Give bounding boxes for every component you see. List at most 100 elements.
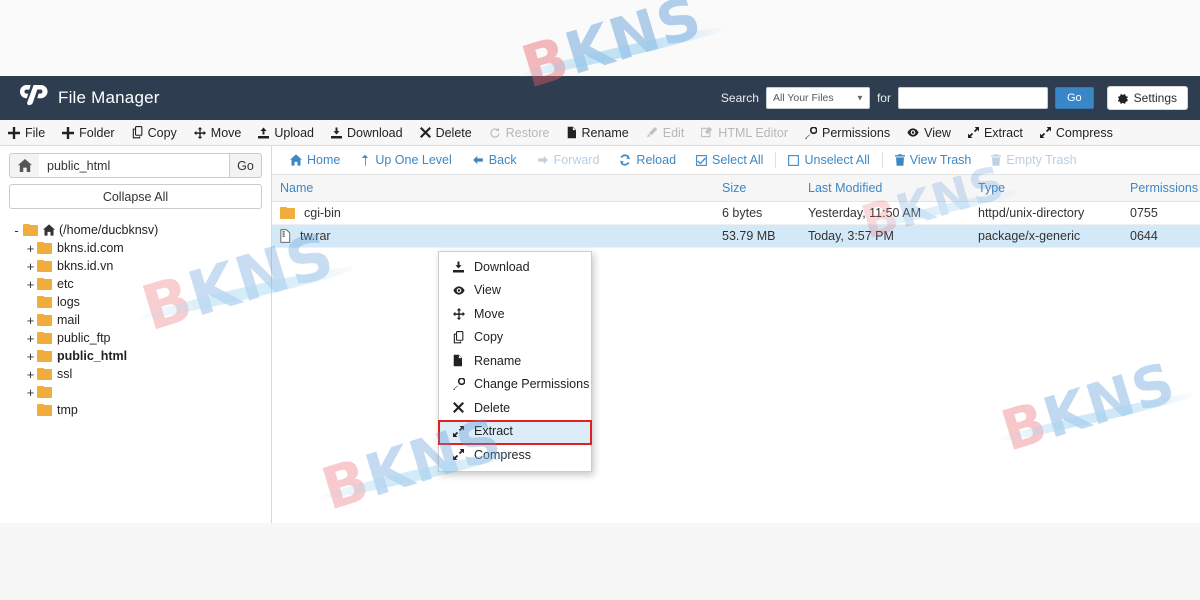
toolbar-item-label: Move (210, 125, 242, 140)
column-header-permissions[interactable]: Permissions (1130, 181, 1200, 195)
tree-node-public_html[interactable]: + public_html (10, 347, 271, 365)
cell-name[interactable]: cgi-bin (272, 206, 722, 220)
search-scope-select[interactable]: All Your Files ▼ (765, 87, 870, 109)
file-table-header: Name Size Last Modified Type Permissions (272, 175, 1200, 202)
tree-node-bkns.id.com[interactable]: + bkns.id.com (10, 239, 271, 257)
tree-expand-icon[interactable]: + (24, 368, 37, 381)
tree-expand-icon[interactable]: + (24, 260, 37, 273)
tree-node[interactable]: + (10, 383, 271, 401)
plus-icon (8, 126, 20, 139)
file-table-body: cgi-bin 6 bytes Yesterday, 11:50 AM httpd/u… (272, 202, 1200, 248)
nav-select-all-button[interactable]: Select All (686, 153, 773, 167)
up-arrow-icon (360, 154, 370, 167)
toolbar-download-button[interactable]: Download (323, 126, 412, 140)
tree-node-tmp[interactable]: tmp (10, 401, 271, 419)
tree-expand-icon[interactable]: + (24, 332, 37, 345)
path-input[interactable] (39, 153, 229, 178)
toolbar-item-label: Copy (147, 125, 177, 140)
tree-node-mail[interactable]: + mail (10, 311, 271, 329)
tree-node-ssl[interactable]: + ssl (10, 365, 271, 383)
tree-node-public_ftp[interactable]: + public_ftp (10, 329, 271, 347)
tree-node-homeducbknsv[interactable]: - (/home/ducbknsv) (10, 221, 271, 239)
context-menu-move-item[interactable]: Move (439, 302, 591, 326)
tree-expand-icon[interactable]: + (24, 350, 37, 363)
cell-permissions: 0755 (1130, 206, 1158, 220)
eye-icon (453, 285, 466, 296)
column-header-name[interactable]: Name (272, 181, 722, 195)
collapse-all-button[interactable]: Collapse All (9, 184, 262, 209)
upload-icon (258, 127, 270, 139)
context-menu-download-item[interactable]: Download (439, 255, 591, 279)
toolbar-item-label: Restore (505, 125, 550, 140)
settings-button[interactable]: Settings (1106, 86, 1188, 110)
tree-expand-icon[interactable]: + (24, 242, 37, 255)
toolbar-edit-button: Edit (638, 126, 694, 140)
cpanel-logo-icon (17, 85, 49, 111)
toolbar-delete-button[interactable]: Delete (412, 126, 481, 140)
toolbar-compress-button[interactable]: Compress (1032, 126, 1122, 140)
search-area: Search All Your Files ▼ for Go Settings (721, 86, 1188, 110)
context-menu-delete-item[interactable]: Delete (439, 396, 591, 420)
context-menu-view-item[interactable]: View (439, 279, 591, 303)
home-icon (17, 159, 32, 172)
table-row[interactable]: tw.rar 53.79 MB Today, 3:57 PM package/x-ge… (272, 225, 1200, 248)
left-arrow-icon (472, 154, 484, 166)
context-menu-item-label: Rename (474, 353, 522, 368)
column-header-type[interactable]: Type (978, 181, 1130, 195)
tree-node-label: mail (57, 313, 80, 327)
tree-expand-icon[interactable]: + (24, 314, 37, 327)
tree-node-label: bkns.id.com (57, 241, 124, 255)
toolbar-file-button[interactable]: File (0, 126, 54, 140)
main-body: Go Collapse All - (/home/ducbknsv) + bkns.i… (0, 146, 1200, 523)
compress-icon (453, 449, 466, 461)
folder-icon (37, 386, 52, 398)
context-menu-rename-item[interactable]: Rename (439, 349, 591, 373)
nav-item-label: Forward (553, 153, 600, 167)
toolbar-html-editor-button: HTML Editor (693, 126, 797, 140)
toolbar-extract-button[interactable]: Extract (960, 126, 1032, 140)
toolbar-item-label: Folder (79, 125, 115, 140)
context-menu-compress-item[interactable]: Compress (439, 443, 591, 467)
nav-home-button[interactable]: Home (280, 153, 350, 167)
toolbar-view-button[interactable]: View (899, 126, 960, 140)
search-input[interactable] (897, 87, 1048, 109)
column-header-last-modified[interactable]: Last Modified (808, 181, 978, 195)
toolbar-copy-button[interactable]: Copy (124, 126, 186, 140)
nav-view-trash-button[interactable]: View Trash (885, 153, 982, 167)
nav-item-label: Unselect All (804, 153, 870, 167)
download-icon (453, 261, 466, 273)
path-go-button[interactable]: Go (229, 153, 262, 178)
column-header-size[interactable]: Size (722, 181, 808, 195)
tree-node-bkns.id.vn[interactable]: + bkns.id.vn (10, 257, 271, 275)
context-menu-copy-item[interactable]: Copy (439, 326, 591, 350)
nav-separator (775, 152, 777, 168)
tree-collapse-icon[interactable]: - (10, 224, 23, 237)
context-menu-extract-item[interactable]: Extract (439, 419, 591, 443)
nav-reload-button[interactable]: Reload (609, 153, 686, 167)
toolbar-folder-button[interactable]: Folder (54, 126, 123, 140)
tree-node-etc[interactable]: + etc (10, 275, 271, 293)
search-go-button[interactable]: Go (1054, 87, 1094, 109)
nav-back-button[interactable]: Back (462, 153, 527, 167)
nav-unselect-all-button[interactable]: Unselect All (778, 153, 879, 167)
tree-node-label: ssl (57, 367, 73, 381)
cell-name[interactable]: tw.rar (272, 229, 722, 243)
tree-expand-icon[interactable]: + (24, 278, 37, 291)
file-pane: Home Up One Level Back Forward Reload Select … (272, 146, 1200, 523)
table-row[interactable]: cgi-bin 6 bytes Yesterday, 11:50 AM httpd/u… (272, 202, 1200, 225)
file-icon (453, 354, 466, 367)
tree-node-logs[interactable]: logs (10, 293, 271, 311)
context-menu-change-permissions-item[interactable]: Change Permissions (439, 373, 591, 397)
context-menu-item-label: Download (474, 259, 530, 274)
toolbar-upload-button[interactable]: Upload (250, 126, 323, 140)
toolbar-item-label: Rename (581, 125, 629, 140)
x-icon (419, 127, 431, 138)
nav-up-one-level-button[interactable]: Up One Level (350, 153, 461, 167)
sidebar-home-button[interactable] (9, 153, 39, 178)
trash-icon (894, 154, 905, 166)
toolbar-permissions-button[interactable]: Permissions (797, 126, 899, 140)
tree-expand-icon[interactable]: + (24, 386, 37, 399)
toolbar-rename-button[interactable]: Rename (559, 126, 638, 140)
toolbar-move-button[interactable]: Move (186, 126, 251, 140)
folder-icon (37, 242, 52, 254)
